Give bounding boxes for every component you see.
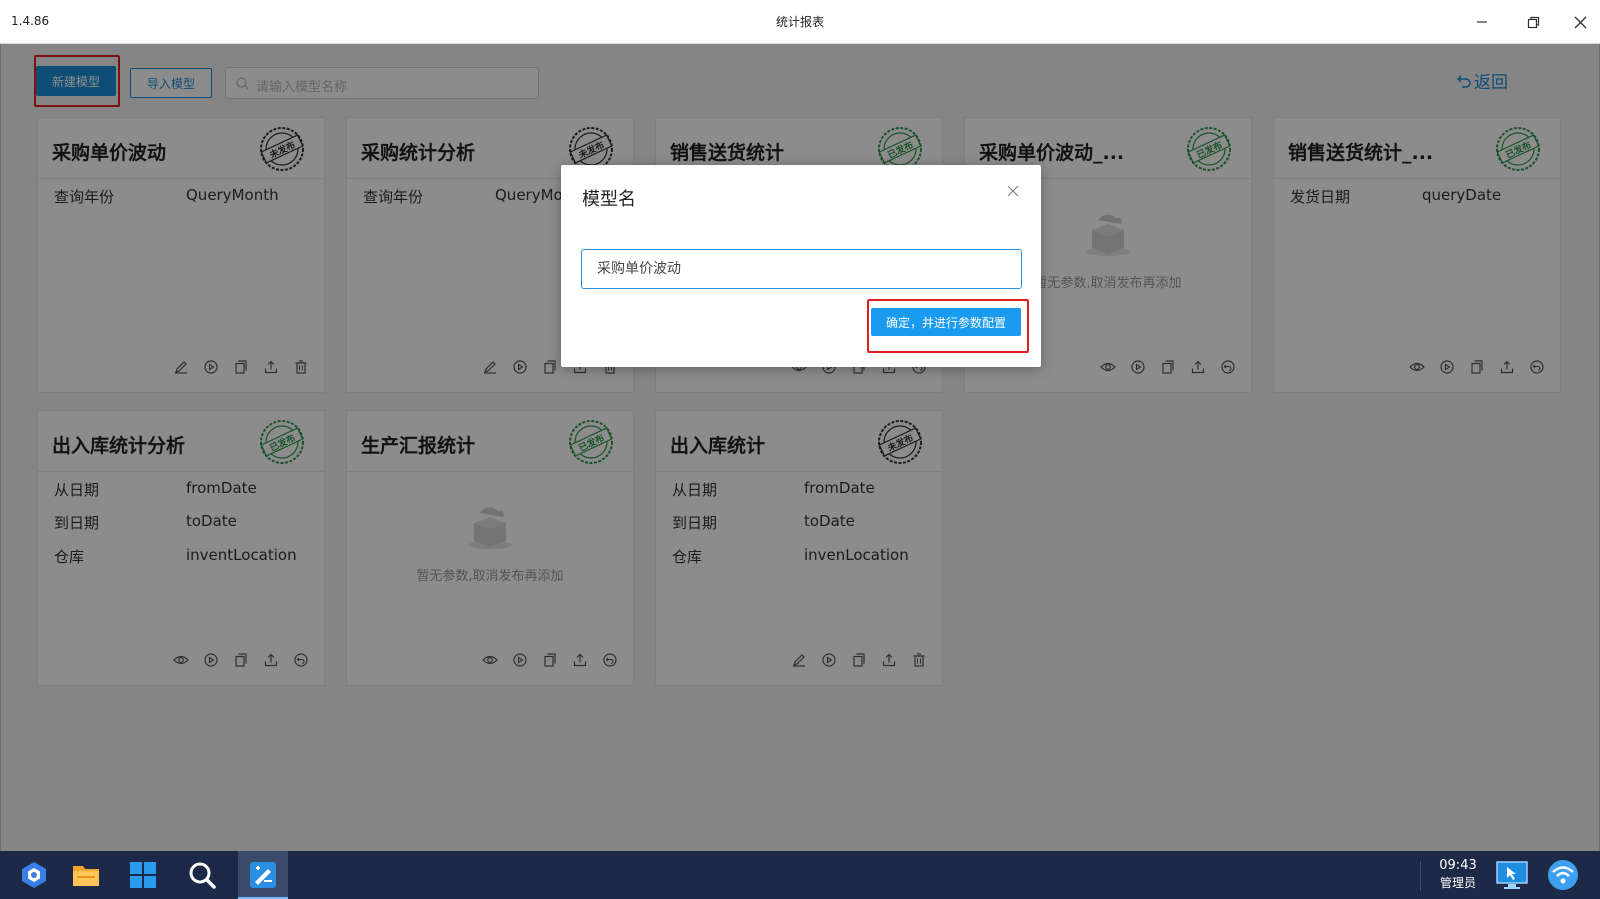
restore-icon: [1527, 16, 1539, 28]
clock[interactable]: 09:43 管理员: [1430, 858, 1486, 891]
close-icon: [1574, 16, 1586, 28]
restore-button[interactable]: [1515, 6, 1551, 38]
window-title: 统计报表: [775, 15, 824, 29]
search-icon[interactable]: [184, 857, 220, 893]
minimize-icon: [1477, 21, 1487, 23]
start-menu-icon[interactable]: [125, 857, 161, 893]
confirm-highlight: [867, 299, 1029, 353]
close-icon[interactable]: [1005, 183, 1021, 199]
close-window-button[interactable]: [1562, 6, 1598, 38]
title-bar: 1.4.86 统计报表: [0, 0, 1600, 44]
file-manager-icon[interactable]: [68, 857, 104, 893]
network-status-icon[interactable]: [1545, 857, 1581, 893]
remote-desktop-icon[interactable]: [1494, 857, 1530, 893]
dialog-title: 模型名: [582, 189, 636, 210]
taskbar: 09:43 管理员: [0, 851, 1600, 899]
app-launcher-icon[interactable]: [16, 857, 52, 893]
current-user: 管理员: [1439, 876, 1476, 890]
model-name-input[interactable]: 采购单价波动: [581, 249, 1022, 289]
minimize-button[interactable]: [1464, 6, 1500, 38]
taskbar-separator: [1420, 861, 1421, 891]
report-app-icon[interactable]: [245, 857, 281, 893]
clock-time: 09:43: [1439, 858, 1477, 873]
